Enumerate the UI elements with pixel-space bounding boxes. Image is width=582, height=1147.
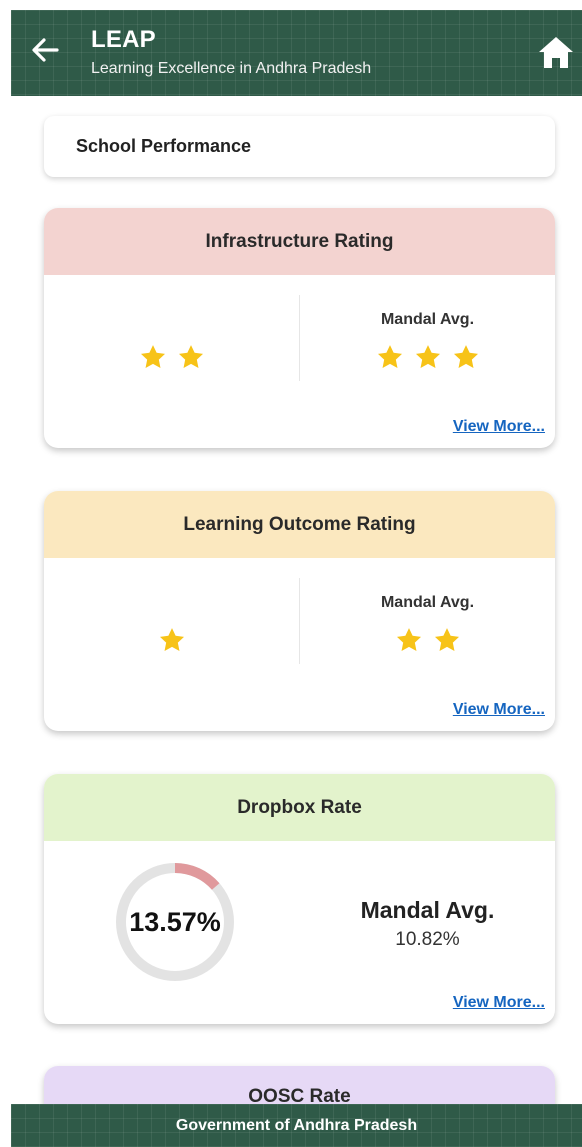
star-icon — [395, 626, 423, 654]
mandal-rating-stars — [300, 626, 555, 654]
dropbox-donut-chart: 13.57% — [114, 861, 236, 983]
star-icon — [158, 626, 186, 654]
mandal-dropbox-rate: 10.82% — [395, 929, 460, 950]
mandal-rating-stars — [300, 343, 555, 371]
dropbox-card-body: 13.57% Mandal Avg. 10.82% View More... — [44, 841, 555, 1024]
star-icon — [139, 343, 167, 371]
mandal-avg-label: Mandal Avg. — [380, 311, 475, 328]
back-button[interactable] — [27, 32, 63, 68]
section-title: School Performance — [76, 136, 252, 156]
app-footer: Government of Andhra Pradesh — [11, 1104, 582, 1147]
school-rating-stars — [44, 343, 299, 371]
star-icon — [414, 343, 442, 371]
school-performance-card: School Performance — [44, 116, 555, 177]
dropbox-card-header: Dropbox Rate — [44, 774, 555, 841]
infrastructure-card-body: Mandal Avg. View More... — [44, 275, 555, 448]
learning-card-header: Learning Outcome Rating — [44, 491, 555, 558]
mandal-avg-label: Mandal Avg. — [380, 594, 475, 611]
dropbox-rate-card: Dropbox Rate 13.57% Mandal Avg. 10.82% V… — [44, 774, 555, 1024]
view-more-link[interactable]: View More... — [453, 418, 545, 436]
school-dropbox-rate: 13.57% — [129, 906, 221, 937]
star-icon — [376, 343, 404, 371]
learning-card-body: Mandal Avg. View More... — [44, 558, 555, 731]
app-title: LEAP — [91, 26, 156, 53]
star-icon — [177, 343, 205, 371]
home-icon — [539, 37, 573, 68]
app-header: LEAP Learning Excellence in Andhra Prade… — [11, 10, 582, 96]
view-more-link[interactable]: View More... — [453, 701, 545, 719]
learning-card-title: Learning Outcome Rating — [183, 513, 416, 535]
dropbox-card-title: Dropbox Rate — [237, 796, 362, 818]
footer-text: Government of Andhra Pradesh — [175, 1116, 418, 1134]
mandal-avg-label: Mandal Avg. — [360, 897, 495, 923]
learning-outcome-rating-card: Learning Outcome Rating Mandal Avg. View… — [44, 491, 555, 731]
view-more-link[interactable]: View More... — [453, 994, 545, 1012]
star-icon — [452, 343, 480, 371]
arrow-left-icon — [32, 38, 59, 62]
app-subtitle: Learning Excellence in Andhra Pradesh — [91, 60, 372, 77]
home-button[interactable] — [536, 32, 576, 72]
school-rating-stars — [44, 626, 299, 654]
infrastructure-card-header: Infrastructure Rating — [44, 208, 555, 275]
infrastructure-rating-card: Infrastructure Rating Mandal Avg. View M… — [44, 208, 555, 448]
infrastructure-card-title: Infrastructure Rating — [205, 230, 394, 252]
star-icon — [433, 626, 461, 654]
